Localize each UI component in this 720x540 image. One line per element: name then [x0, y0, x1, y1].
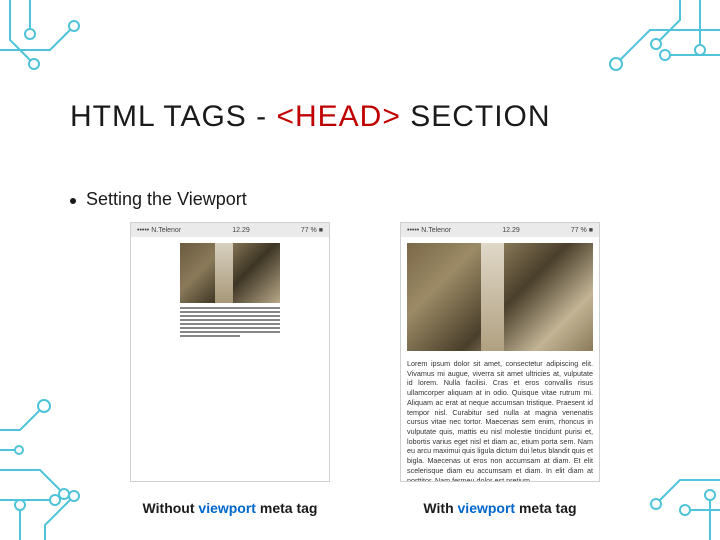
caption-with: With viewport meta tag: [400, 500, 600, 516]
lorem-text: Lorem ipsum dolor sit amet, consectetur …: [407, 359, 593, 482]
status-bar: ••••• N.Telenor 12.29 77 % ■: [131, 223, 329, 237]
carrier-label: ••••• N.Telenor: [137, 227, 181, 234]
phone-with-viewport: ••••• N.Telenor 12.29 77 % ■ Lorem ipsum…: [400, 222, 600, 482]
time-label: 12.29: [232, 227, 250, 234]
viewport-keyword: viewport: [198, 500, 256, 516]
time-label: 12.29: [502, 227, 520, 234]
carrier-label: ••••• N.Telenor: [407, 227, 451, 234]
phone-without-viewport: ••••• N.Telenor 12.29 77 % ■: [130, 222, 330, 482]
sample-image: [407, 243, 593, 351]
bullet-text: Setting the Viewport: [86, 189, 247, 210]
title-head-tag: <HEAD>: [276, 100, 400, 133]
status-bar: ••••• N.Telenor 12.29 77 % ■: [401, 223, 599, 237]
mini-text-block: [180, 307, 280, 337]
caption-without: Without viewport meta tag: [130, 500, 330, 516]
phone-body: [131, 237, 329, 481]
mini-page: [180, 243, 280, 337]
caption-row: Without viewport meta tag With viewport …: [130, 500, 650, 516]
title-part3: SECTION: [401, 100, 551, 133]
battery-label: 77 % ■: [301, 227, 323, 234]
title-part1: HTML TAGS -: [70, 100, 276, 133]
sample-image: [180, 243, 280, 303]
battery-label: 77 % ■: [571, 227, 593, 234]
phone-body: Lorem ipsum dolor sit amet, consectetur …: [401, 237, 599, 481]
bullet-dot-icon: [70, 198, 76, 204]
viewport-keyword: viewport: [458, 500, 516, 516]
slide-title: HTML TAGS - <HEAD> SECTION: [70, 100, 650, 134]
bullet-item: Setting the Viewport: [70, 189, 650, 210]
phone-comparison: ••••• N.Telenor 12.29 77 % ■ ••••• N.Tel…: [130, 222, 650, 482]
